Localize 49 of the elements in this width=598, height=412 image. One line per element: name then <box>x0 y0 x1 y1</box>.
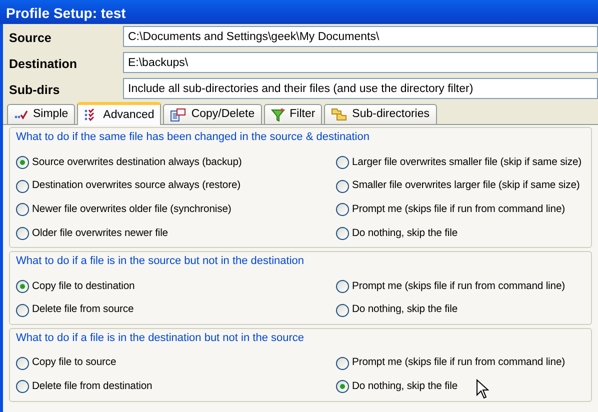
tab[interactable]: Simple <box>7 104 76 124</box>
folders-icon <box>331 108 348 122</box>
radio-button[interactable] <box>336 180 349 193</box>
radio-button[interactable] <box>336 304 349 317</box>
radio-button[interactable] <box>336 226 349 240</box>
radio-option[interactable]: Source overwrites destination always (backup) <box>16 154 336 170</box>
radio-button[interactable] <box>16 380 29 394</box>
radio-button[interactable] <box>16 156 29 170</box>
radio-option[interactable]: Newer file overwrites older file (synchronise) <box>16 202 336 218</box>
documents-icon <box>170 108 186 122</box>
tab[interactable]: Copy/Delete <box>163 104 262 124</box>
radio-button[interactable] <box>336 380 349 394</box>
radio-button[interactable] <box>16 304 29 317</box>
radio-button[interactable] <box>336 280 349 293</box>
checkmark-icon <box>14 108 28 121</box>
mouse-pointer-icon <box>476 379 489 399</box>
radio-option[interactable]: Delete file from destination <box>16 379 336 395</box>
radio-button[interactable] <box>336 156 349 170</box>
field-label: Destination <box>9 56 78 73</box>
text-field[interactable]: C:\Documents and Settings\geek\My Documents\ <box>123 26 598 47</box>
radio-button[interactable] <box>336 356 349 370</box>
radio-button[interactable] <box>16 180 29 193</box>
radio-option[interactable]: Do nothing, skip the file <box>336 379 589 395</box>
tab[interactable]: Advanced <box>77 102 162 126</box>
radio-button[interactable] <box>336 203 349 216</box>
radio-option[interactable]: Larger file overwrites smaller file (skip if same size) <box>336 154 589 170</box>
radio-option[interactable]: Do nothing, skip the file <box>336 302 589 318</box>
radio-button[interactable] <box>16 356 29 370</box>
field-label: Sub-dirs <box>9 82 61 98</box>
text-field[interactable]: E:\backups\ <box>123 52 598 73</box>
tab[interactable]: Filter <box>264 104 322 124</box>
funnel-icon <box>270 108 285 122</box>
radio-option[interactable]: Prompt me (skips file if run from command line) <box>336 202 589 218</box>
tab[interactable]: Sub-directories <box>324 104 437 124</box>
radio-option[interactable]: Delete file from source <box>16 302 336 318</box>
radio-button[interactable] <box>16 203 29 216</box>
radio-option[interactable]: Prompt me (skips file if run from command line) <box>336 355 589 372</box>
field-label: Source <box>9 30 52 47</box>
radio-option[interactable]: Destination overwrites source always (restore) <box>16 178 336 194</box>
radio-button[interactable] <box>16 280 29 293</box>
text-field[interactable]: Include all sub-directories and their files (and use the directory filter) <box>123 78 598 98</box>
radio-option[interactable]: Copy file to destination <box>16 278 336 294</box>
window-title: Profile Setup: test <box>0 0 598 24</box>
radio-option[interactable]: Prompt me (skips file if run from command line) <box>336 278 589 294</box>
radio-option[interactable]: Smaller file overwrites larger file (skip if same size) <box>336 178 589 194</box>
radio-option[interactable]: Copy file to source <box>16 355 336 372</box>
radio-option[interactable]: Older file overwrites newer file <box>16 226 336 242</box>
radio-button[interactable] <box>16 226 29 240</box>
radio-option[interactable]: Do nothing, skip the file <box>336 226 589 242</box>
